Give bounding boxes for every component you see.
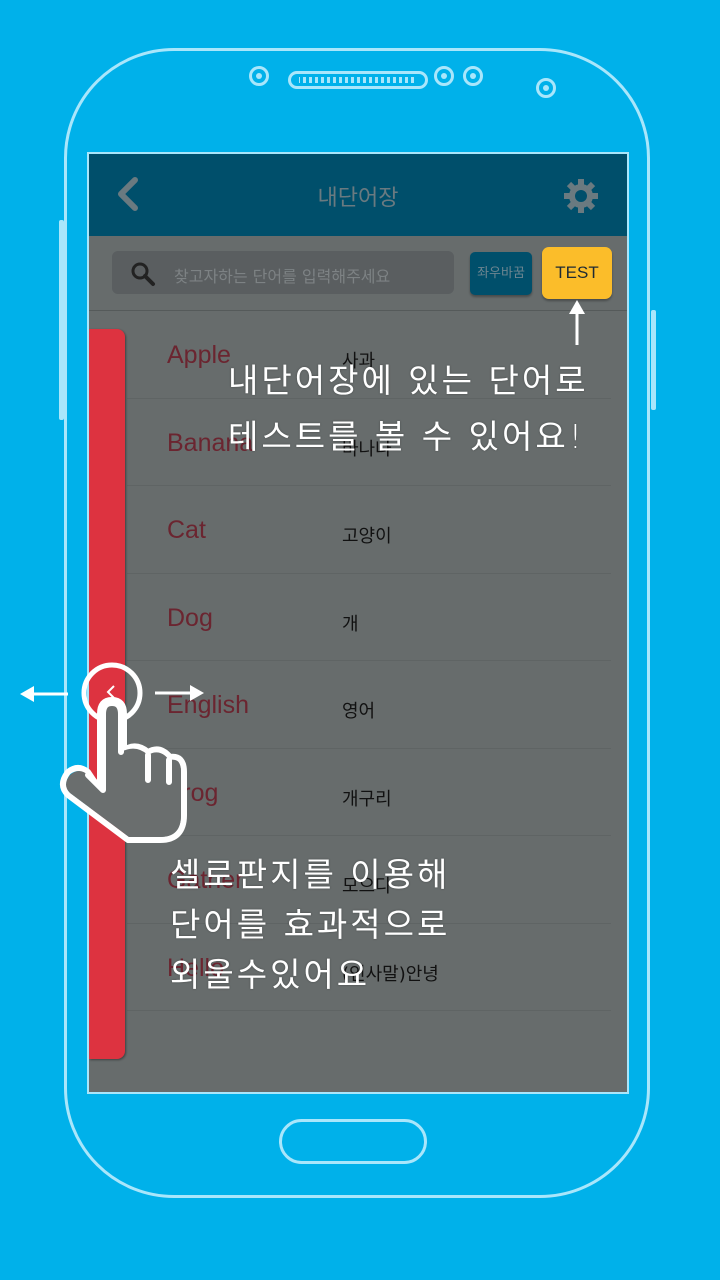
note-line: 외울수있어요 [170,955,371,994]
note-line: 테스트를 볼 수 있어요! [228,417,585,456]
note-line: 내단어장에 있는 단어로 [228,361,589,400]
cellophane-note: 셀로판지를 이용해 단어를 효과적으로 외울수있어요 [170,850,450,1000]
arrow-to-test-icon [569,300,585,345]
arrow-left-icon [20,686,68,702]
note-line: 단어를 효과적으로 [170,905,451,944]
arrow-right-icon [155,685,204,701]
swipe-hand-icon [60,662,187,843]
note-line: 셀로판지를 이용해 [170,855,451,894]
test-note: 내단어장에 있는 단어로 테스트를 볼 수 있어요! [228,356,589,462]
annotation-overlay [20,300,585,843]
